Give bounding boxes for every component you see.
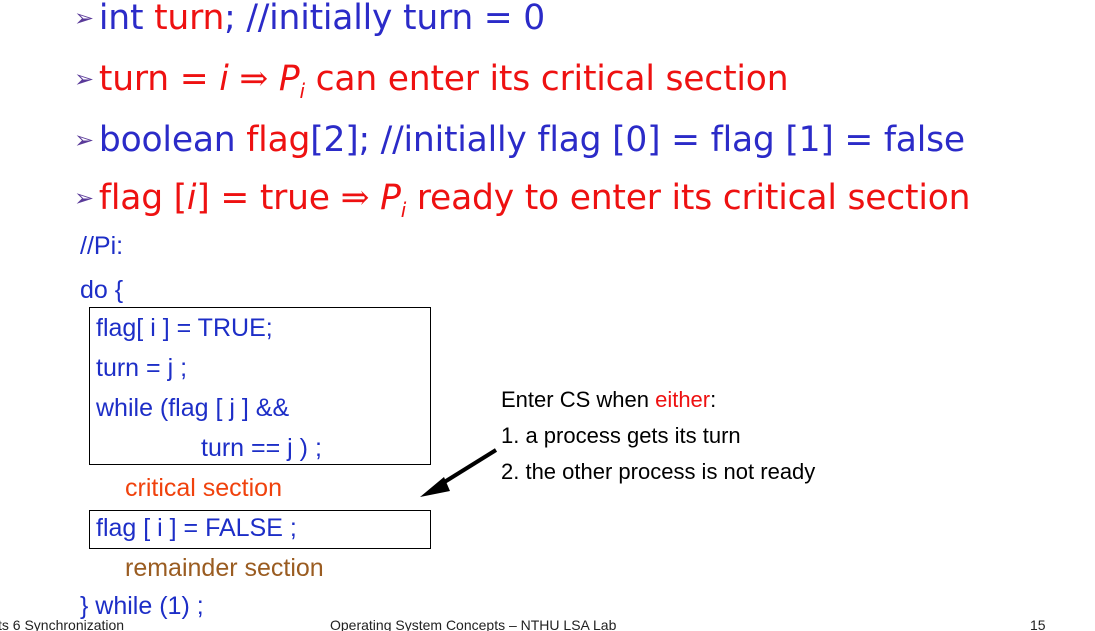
critical-section-label: critical section	[125, 474, 282, 502]
bullet-var: i	[186, 178, 197, 218]
bullet-text: can enter its critical section	[304, 59, 789, 99]
code-line-flag-true: flag[ i ] = TRUE;	[96, 314, 273, 342]
arrow-icon	[420, 448, 498, 497]
note-item-2: 2. the other process is not ready	[501, 459, 816, 484]
note-heading: Enter CS when either:	[501, 387, 717, 412]
note-item-1: 1. a process gets its turn	[501, 423, 741, 448]
bullet-text: flag [	[98, 178, 187, 218]
bullet-keyword: turn	[154, 0, 225, 38]
bullet-turn-declaration: ➢ int turn; //initially turn = 0	[74, 0, 545, 41]
remainder-section-label: remainder section	[125, 554, 324, 582]
code-while-end: } while (1) ;	[80, 592, 204, 620]
bullet-subscript: i	[299, 79, 305, 103]
code-comment: //Pi:	[80, 232, 124, 260]
bullet-arrow-icon: ➢	[74, 65, 94, 93]
bullet-var: i	[219, 59, 229, 99]
bullet-text: ] = true	[196, 178, 341, 218]
bullet-flag-meaning: ➢ flag [i] = true ⇒ Pi ready to enter its…	[74, 178, 971, 222]
bullet-text: [2]; //initially flag [0] = flag [1] = f…	[310, 120, 965, 160]
bullet-subscript: i	[400, 198, 407, 222]
implies-symbol: ⇒	[340, 178, 370, 218]
code-do: do {	[80, 276, 124, 304]
bullet-text: ; //initially turn = 0	[224, 0, 546, 38]
bullet-text: int	[98, 0, 155, 38]
bullet-arrow-icon: ➢	[74, 184, 94, 212]
bullet-keyword: flag	[246, 120, 311, 160]
bullet-process: P	[380, 178, 401, 218]
bullet-process: P	[278, 59, 300, 99]
bullet-flag-declaration: ➢ boolean flag[2]; //initially flag [0] =…	[74, 120, 965, 163]
bullet-text: turn =	[98, 59, 220, 99]
code-line-while-cont: turn == j ) ;	[201, 434, 322, 462]
note-keyword: either	[655, 387, 711, 412]
bullet-turn-meaning: ➢ turn = i ⇒ Pi can enter its critical se…	[74, 59, 789, 103]
code-line-turn: turn = j ;	[96, 354, 188, 382]
bullet-arrow-icon: ➢	[74, 4, 94, 32]
code-line-flag-false: flag [ i ] = FALSE ;	[96, 514, 297, 542]
code-line-while: while (flag [ j ] &&	[96, 394, 290, 422]
implies-symbol: ⇒	[239, 59, 269, 99]
bullet-text: ready to enter its critical section	[406, 178, 971, 218]
bullet-arrow-icon: ➢	[74, 126, 94, 154]
bullet-text: boolean	[98, 120, 247, 160]
